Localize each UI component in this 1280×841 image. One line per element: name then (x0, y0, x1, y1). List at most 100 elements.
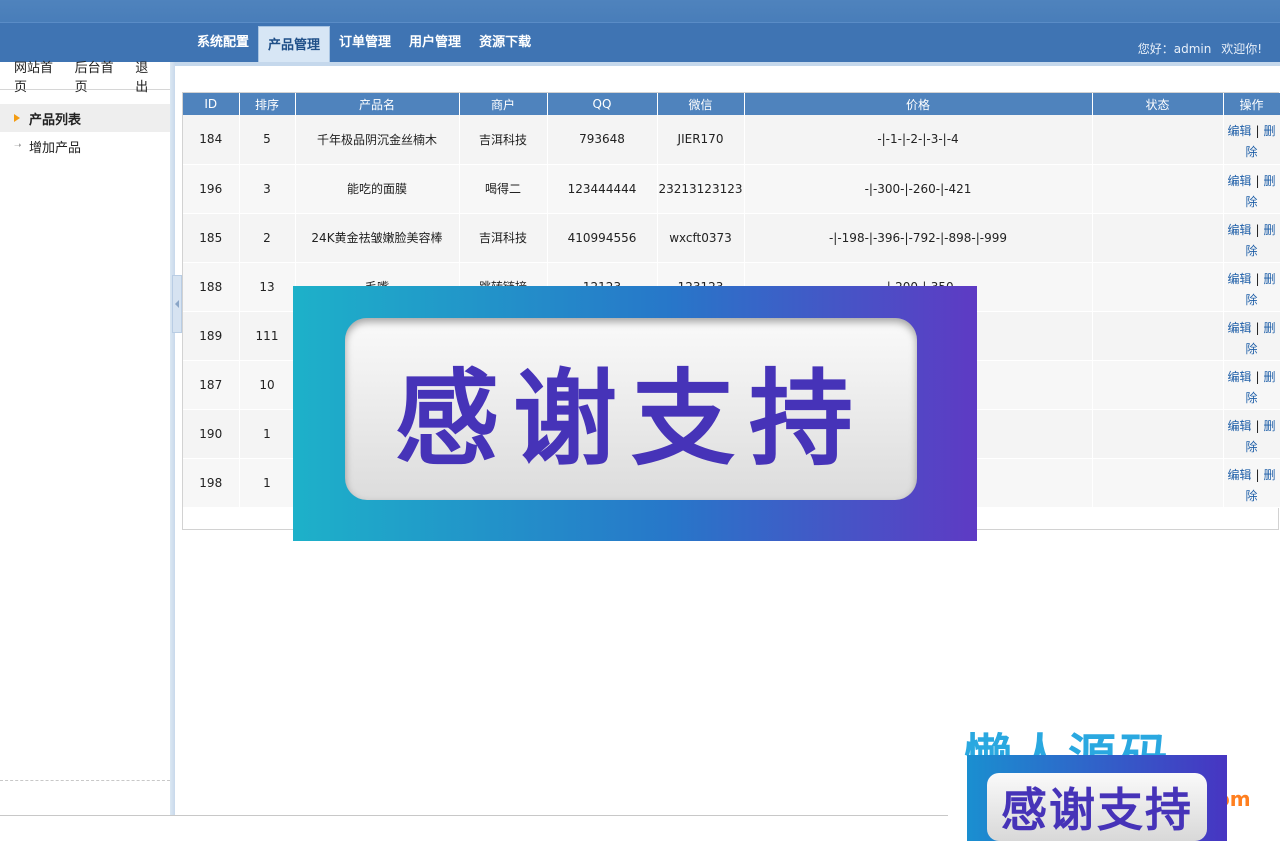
nav-tab[interactable]: 产品管理 (258, 26, 331, 62)
cell-actions: 编辑 | 删除 (1223, 311, 1280, 361)
table-row: 196 3 能吃的面膜 喝得二 123444444 23213123123 -|-300-|… (183, 164, 1280, 214)
arrow-right-icon (14, 114, 20, 122)
cell-status (1092, 409, 1224, 459)
delete-link[interactable]: 删 (1264, 223, 1276, 237)
delete-link[interactable]: 删 (1264, 124, 1276, 138)
edit-link[interactable]: 编辑 (1227, 468, 1251, 482)
edit-link[interactable]: 编辑 (1227, 321, 1251, 335)
cell-qq: 793648 (547, 115, 658, 165)
action-separator: | (1255, 369, 1260, 384)
nav-tab[interactable]: 系统配置 (188, 26, 258, 62)
cell-wechat: JIER170 (657, 115, 745, 165)
bullet-icon: ➝ (14, 141, 22, 151)
delete-link[interactable]: 除 (1245, 489, 1257, 503)
cell-actions: 编辑 | 删除 (1223, 164, 1280, 214)
nav-tab[interactable]: 用户管理 (400, 26, 470, 62)
cell-id: 187 (183, 360, 240, 410)
column-header: 商户 (459, 93, 548, 115)
column-header: 操作 (1223, 93, 1280, 115)
cell-sort: 5 (239, 115, 296, 165)
delete-link[interactable]: 除 (1245, 244, 1257, 258)
cell-qq: 410994556 (547, 213, 658, 263)
edit-link[interactable]: 编辑 (1227, 370, 1251, 384)
cell-sort: 3 (239, 164, 296, 214)
delete-label-part: 除 (1245, 243, 1258, 258)
sidebar-item-product-list[interactable]: 产品列表 (0, 104, 170, 132)
nav-tab[interactable]: 订单管理 (330, 26, 400, 62)
cell-status (1092, 458, 1224, 508)
column-header: ID (183, 93, 240, 115)
cell-actions: 编辑 | 删除 (1223, 458, 1280, 508)
cell-actions: 编辑 | 删除 (1223, 409, 1280, 459)
welcome-label: 欢迎你! (1221, 42, 1262, 56)
cell-price: -|-300-|-260-|-421 (744, 164, 1093, 214)
cell-status (1092, 164, 1224, 214)
delete-link[interactable]: 除 (1245, 440, 1257, 454)
cell-status (1092, 213, 1224, 263)
action-separator: | (1255, 418, 1260, 433)
delete-link[interactable]: 删 (1264, 370, 1276, 384)
delete-label-part: 除 (1245, 341, 1258, 356)
delete-link[interactable]: 除 (1245, 293, 1257, 307)
cell-actions: 编辑 | 删除 (1223, 360, 1280, 410)
main-nav: 系统配置 产品管理 订单管理 用户管理 资源下载 (188, 26, 540, 62)
sidebar-item-label: 产品列表 (29, 112, 82, 128)
delete-label-part: 除 (1245, 390, 1258, 405)
cell-name: 24K黄金祛皱嫩脸美容棒 (295, 213, 460, 263)
home-link[interactable]: 网站首页 (14, 57, 66, 95)
cell-merchant: 喝得二 (459, 164, 548, 214)
thanks-badge-image: 感谢支持 (967, 755, 1227, 841)
delete-link[interactable]: 除 (1245, 391, 1257, 405)
cell-id: 184 (183, 115, 240, 165)
delete-label-part: 删 (1263, 222, 1276, 237)
cell-actions: 编辑 | 删除 (1223, 213, 1280, 263)
table-row: 184 5 千年极品阴沉金丝楠木 吉洱科技 793648 JIER170 -|-1-|-2-… (183, 115, 1280, 165)
welcome-text: 您好：admin 欢迎你! (1132, 40, 1262, 57)
column-header: 价格 (744, 93, 1093, 115)
sidebar-item-label: 增加产品 (29, 140, 82, 156)
delete-link[interactable]: 除 (1245, 195, 1257, 209)
delete-link[interactable]: 删 (1264, 419, 1276, 433)
header-divider (170, 62, 1280, 66)
cell-actions: 编辑 | 删除 (1223, 115, 1280, 165)
watermark-logo: 懒人源码 om 感谢支持 (948, 715, 1280, 841)
column-header: 状态 (1092, 93, 1224, 115)
admin-home-link[interactable]: 后台首页 (75, 57, 127, 95)
cell-status (1092, 311, 1224, 361)
sidebar-splitter[interactable] (170, 62, 175, 815)
cell-id: 189 (183, 311, 240, 361)
delete-link[interactable]: 删 (1264, 174, 1276, 188)
cell-wechat: 23213123123 (657, 164, 745, 214)
edit-link[interactable]: 编辑 (1227, 174, 1251, 188)
cell-id: 185 (183, 213, 240, 263)
action-separator: | (1255, 467, 1260, 482)
edit-link[interactable]: 编辑 (1227, 124, 1251, 138)
badge-text: 感谢支持 (1001, 783, 1193, 837)
edit-link[interactable]: 编辑 (1227, 272, 1251, 286)
logout-link[interactable]: 退出 (135, 57, 161, 95)
collapse-sidebar-handle[interactable] (172, 275, 182, 333)
edit-link[interactable]: 编辑 (1227, 419, 1251, 433)
delete-label-part: 删 (1263, 173, 1276, 188)
cell-sort: 13 (239, 262, 296, 312)
delete-link[interactable]: 删 (1264, 272, 1276, 286)
delete-label-part: 删 (1263, 320, 1276, 335)
delete-link[interactable]: 删 (1264, 468, 1276, 482)
action-separator: | (1255, 222, 1260, 237)
delete-label-part: 删 (1263, 369, 1276, 384)
banner-text: 感谢支持 (394, 357, 867, 480)
cell-sort: 1 (239, 409, 296, 459)
sidebar-item-add-product[interactable]: ➝ 增加产品 (0, 132, 170, 160)
cell-status (1092, 262, 1224, 312)
cell-sort: 1 (239, 458, 296, 508)
sidebar-top-links: 网站首页 后台首页 退出 (0, 61, 170, 95)
delete-label-part: 除 (1245, 439, 1258, 454)
nav-tab[interactable]: 资源下载 (470, 26, 540, 62)
cell-sort: 2 (239, 213, 296, 263)
cell-id: 196 (183, 164, 240, 214)
delete-label-part: 除 (1245, 145, 1258, 159)
delete-link[interactable]: 除 (1245, 342, 1257, 356)
edit-link[interactable]: 编辑 (1227, 223, 1251, 237)
delete-link[interactable]: 除 (1245, 145, 1257, 159)
delete-link[interactable]: 删 (1264, 321, 1276, 335)
